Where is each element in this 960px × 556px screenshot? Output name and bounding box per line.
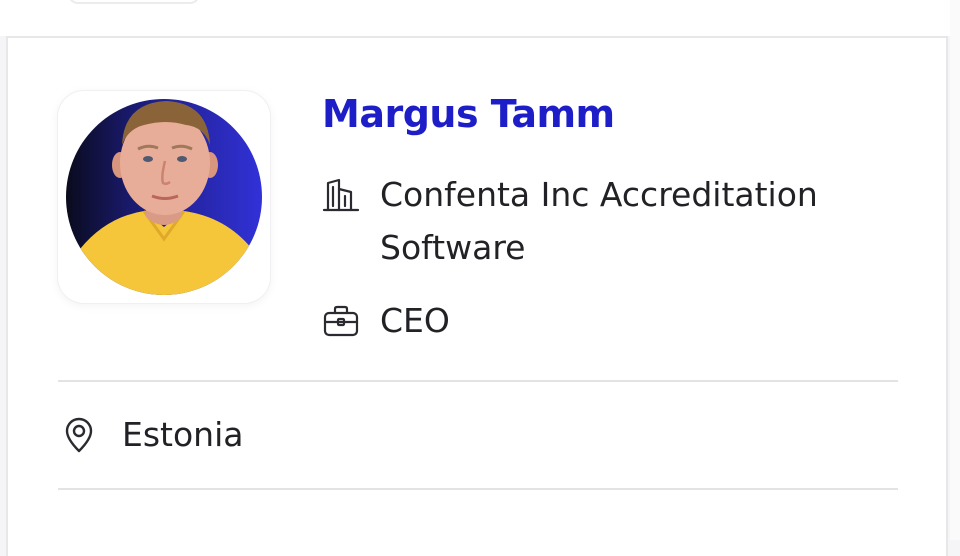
divider: [58, 488, 898, 490]
location-row: Estonia: [62, 408, 862, 461]
company-name: Confenta Inc Accreditation Software: [380, 175, 818, 267]
person-portrait-icon: [76, 101, 256, 295]
job-title: CEO: [380, 301, 450, 340]
divider: [58, 380, 898, 382]
location-text: Estonia: [122, 415, 244, 454]
avatar[interactable]: [58, 91, 270, 303]
role-row: CEO: [322, 294, 902, 347]
briefcase-icon: [322, 294, 362, 347]
company-row: Confenta Inc Accreditation Software: [322, 168, 902, 274]
top-tab-edge: [68, 0, 200, 4]
building-icon: [322, 168, 362, 221]
profile-name[interactable]: Margus Tamm: [322, 92, 615, 136]
avatar-photo: [66, 99, 262, 295]
location-pin-icon: [62, 408, 102, 461]
page-gutter: [950, 0, 960, 540]
top-card-remnant: [0, 0, 960, 36]
